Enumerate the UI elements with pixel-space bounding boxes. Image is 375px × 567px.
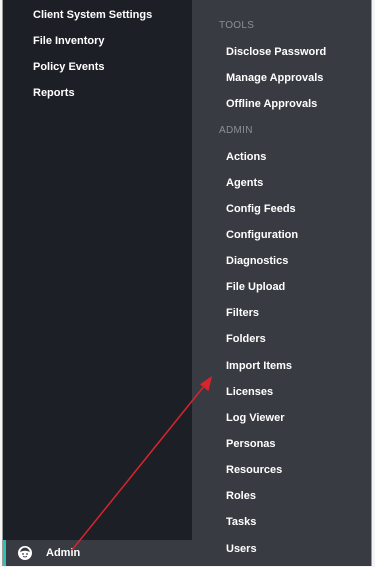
admin-label: Admin (46, 547, 81, 559)
menu-item-import-items[interactable]: Import Items (226, 359, 292, 373)
nav-item-reports[interactable]: Reports (33, 87, 75, 99)
nav-item-policy-events[interactable]: Policy Events (33, 61, 105, 73)
menu-item-actions[interactable]: Actions (226, 150, 266, 164)
menu-item-manage-approvals[interactable]: Manage Approvals (226, 71, 323, 85)
menu-item-configuration[interactable]: Configuration (226, 228, 298, 242)
menu-item-users[interactable]: Users (226, 542, 257, 556)
admin-face-icon (18, 546, 32, 560)
admin-submenu: TOOLS Disclose Password Manage Approvals… (192, 0, 371, 566)
nav-item-admin[interactable]: Admin (3, 540, 192, 566)
menu-item-roles[interactable]: Roles (226, 489, 256, 503)
left-nav-panel: Client System Settings File Inventory Po… (3, 0, 192, 540)
menu-item-folders[interactable]: Folders (226, 332, 266, 346)
menu-item-resources[interactable]: Resources (226, 463, 282, 477)
nav-item-file-inventory[interactable]: File Inventory (33, 35, 105, 47)
section-heading-admin: ADMIN (219, 125, 253, 136)
menu-item-log-viewer[interactable]: Log Viewer (226, 411, 284, 425)
section-heading-tools: TOOLS (219, 20, 255, 31)
menu-item-offline-approvals[interactable]: Offline Approvals (226, 97, 317, 111)
menu-item-agents[interactable]: Agents (226, 176, 263, 190)
menu-item-filters[interactable]: Filters (226, 306, 259, 320)
nav-item-client-system-settings[interactable]: Client System Settings (33, 9, 152, 21)
menu-item-diagnostics[interactable]: Diagnostics (226, 254, 288, 268)
menu-item-personas[interactable]: Personas (226, 437, 276, 451)
menu-item-disclose-password[interactable]: Disclose Password (226, 45, 326, 59)
menu-item-licenses[interactable]: Licenses (226, 385, 273, 399)
active-indicator (3, 540, 6, 566)
menu-item-file-upload[interactable]: File Upload (226, 280, 285, 294)
menu-item-tasks[interactable]: Tasks (226, 515, 256, 529)
menu-item-config-feeds[interactable]: Config Feeds (226, 202, 296, 216)
